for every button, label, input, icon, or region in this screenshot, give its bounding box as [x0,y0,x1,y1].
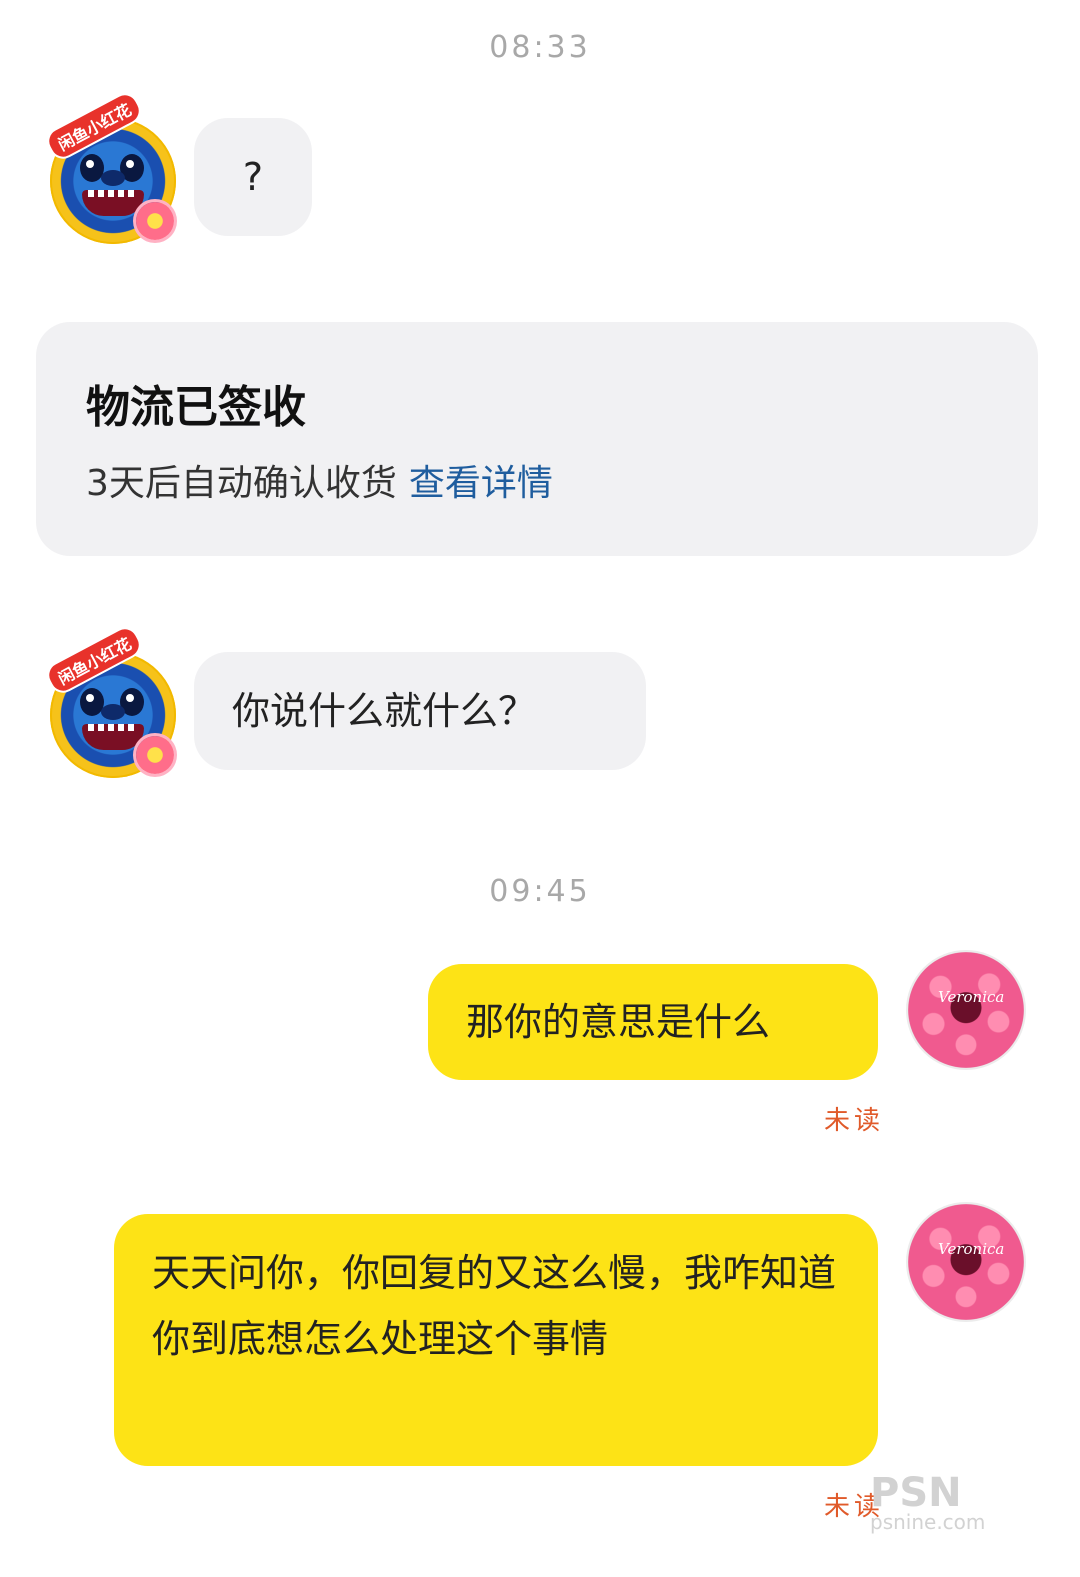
flower-icon [136,736,174,774]
timestamp: 08:33 [489,30,591,65]
message-text: ? [242,155,264,199]
view-details-link[interactable]: 查看详情 [409,463,553,504]
avatar-signature: Veronica [938,1240,1005,1258]
self-avatar[interactable]: Veronica [906,1202,1032,1328]
seller-avatar[interactable]: 闲鱼小红花 [42,622,176,778]
message-text: 那你的意思是什么 [466,1000,771,1044]
watermark-site: psnine.com [870,1510,986,1534]
flower-icon [136,202,174,240]
unread-status: 未读 [824,1106,885,1136]
watermark: PSN psnine.com [870,1470,985,1534]
avatar-badge: 闲鱼小红花 [42,88,146,164]
stitch-avatar-image: 闲鱼小红花 [42,88,176,244]
message-bubble-outgoing[interactable]: 那你的意思是什么 [428,964,878,1080]
logistics-subtitle-row: 3天后自动确认收货 查看详情 [86,454,988,506]
message-text: 天天问你，你回复的又这么慢，我咋知道你到底想怎么处理这个事情 [152,1251,837,1361]
cake-avatar-image: Veronica [906,950,1026,1070]
message-bubble-outgoing[interactable]: 天天问你，你回复的又这么慢，我咋知道你到底想怎么处理这个事情 [114,1214,878,1466]
message-bubble-incoming[interactable]: 你说什么就什么？ [194,652,646,770]
cake-avatar-image: Veronica [906,1202,1026,1322]
timestamp: 09:45 [489,874,591,909]
stitch-avatar-image: 闲鱼小红花 [42,622,176,778]
seller-avatar[interactable]: 闲鱼小红花 [42,88,176,244]
logistics-subtitle: 3天后自动确认收货 [86,463,397,504]
self-avatar[interactable]: Veronica [906,950,1032,1076]
message-text: 你说什么就什么？ [232,689,537,733]
avatar-badge: 闲鱼小红花 [42,622,146,698]
avatar-signature: Veronica [938,988,1005,1006]
logistics-card[interactable]: 物流已签收 3天后自动确认收货 查看详情 [36,322,1038,556]
logistics-title: 物流已签收 [86,382,306,433]
message-bubble-incoming[interactable]: ? [194,118,312,236]
